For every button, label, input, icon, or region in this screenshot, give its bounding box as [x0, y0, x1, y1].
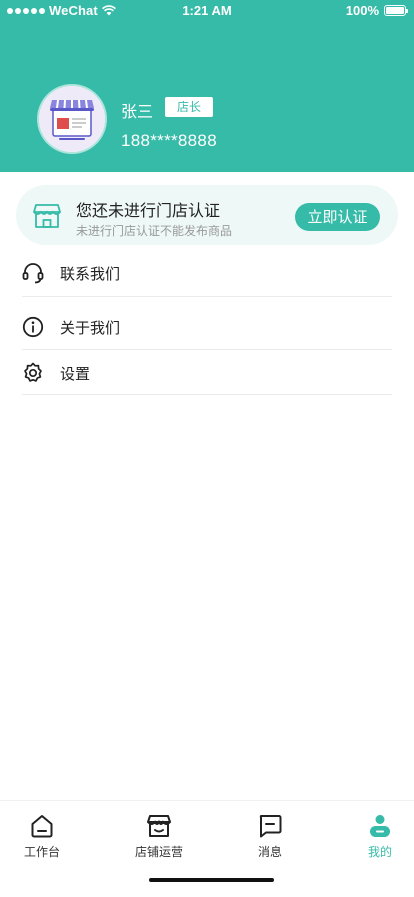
store-icon	[33, 204, 61, 228]
user-phone: 188****8888	[121, 131, 217, 150]
role-badge: 店长	[165, 97, 213, 117]
tab-label-mine: 我的	[367, 845, 392, 859]
menu-label-about-us: 关于我们	[60, 319, 121, 337]
menu-label-settings: 设置	[60, 365, 91, 383]
tab-store-operations[interactable]: 店铺运营	[119, 813, 199, 863]
tab-label-messages: 消息	[257, 845, 282, 859]
bottom-tab-bar: 工作台 店铺运营 消息 我的	[0, 800, 414, 897]
gear-icon	[24, 362, 42, 382]
menu-item-contact-us[interactable]: 联系我们	[22, 250, 392, 297]
battery-icon	[384, 5, 408, 16]
store-certification-card[interactable]: 您还未进行门店认证 未进行门店认证不能发布商品 立即认证	[16, 185, 398, 245]
tab-mine[interactable]: 我的	[340, 813, 414, 863]
shop-avatar-icon	[39, 86, 105, 152]
info-icon	[22, 316, 44, 338]
battery-percentage: 100%	[345, 3, 379, 18]
certification-subtitle: 未进行门店认证不能发布商品	[76, 224, 233, 238]
tab-messages[interactable]: 消息	[230, 813, 310, 863]
tab-label-store-operations: 店铺运营	[134, 845, 183, 859]
menu-item-about-us[interactable]: 关于我们	[22, 305, 392, 350]
certify-now-button[interactable]: 立即认证	[295, 203, 380, 231]
divider	[22, 296, 392, 297]
avatar[interactable]	[39, 86, 105, 152]
user-icon	[370, 815, 390, 837]
status-bar: WeChat 1:21 AM 100%	[0, 0, 414, 22]
menu-label-contact-us: 联系我们	[60, 265, 121, 283]
tab-workbench[interactable]: 工作台	[2, 813, 82, 863]
message-icon	[259, 815, 282, 838]
tab-label-workbench: 工作台	[23, 845, 60, 859]
home-indicator	[149, 878, 274, 882]
certification-title: 您还未进行门店认证	[76, 201, 221, 220]
divider	[22, 394, 392, 395]
store-icon	[147, 815, 171, 837]
menu-item-settings[interactable]: 设置	[22, 350, 392, 395]
home-icon	[31, 815, 53, 838]
headset-icon	[22, 263, 44, 284]
user-name: 张三	[121, 102, 154, 121]
